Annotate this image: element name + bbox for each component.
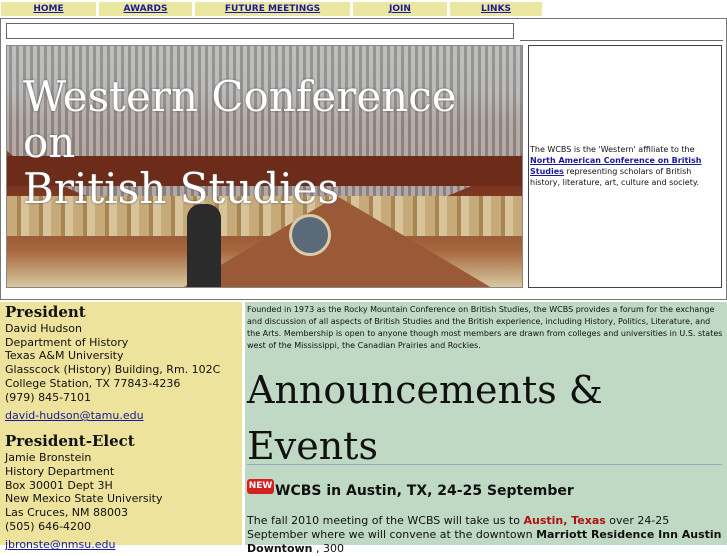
section-divider	[247, 464, 722, 465]
about-text: The WCBS is the 'Western' affiliate to t…	[530, 144, 722, 188]
nav-future-meetings[interactable]: FUTURE MEETINGS	[195, 2, 350, 16]
officer-line: Jamie Bronstein	[5, 451, 92, 465]
officer-line: College Station, TX 77843-4236	[5, 376, 181, 390]
officer-line: (505) 646-4200	[5, 519, 92, 533]
officer-line: Texas A&M University	[5, 349, 124, 363]
officer-line: David Hudson	[5, 322, 82, 335]
site-title-line1: Western Conference on	[23, 72, 457, 167]
nav-join[interactable]: JOIN	[353, 2, 447, 16]
event-title: WCBS in Austin, TX, 24-25 September	[275, 483, 574, 499]
officer-line: Box 30001 Dept 3H	[5, 478, 113, 492]
event-city: Austin, Texas	[523, 514, 606, 527]
officer-line: Department of History	[5, 335, 129, 349]
event-body-part: The fall 2010 meeting of the WCBS will t…	[247, 514, 524, 527]
intro-paragraph: Founded in 1973 as the Rocky Mountain Co…	[247, 305, 723, 350]
divider-line	[520, 40, 723, 41]
top-nav: HOME AWARDS FUTURE MEETINGS JOIN LINKS	[0, 0, 727, 18]
officer-email-link[interactable]: david-hudson@tamu.edu	[5, 409, 144, 422]
announcements-heading: Announcements & Events	[247, 368, 603, 468]
officer-president: President David Hudson Department of His…	[5, 302, 242, 423]
nav-links[interactable]: LINKS	[450, 2, 542, 16]
officer-role: President	[5, 303, 86, 321]
site-title: Western Conference on British Studies	[23, 74, 522, 212]
officer-line: Las Cruces, NM 88003	[5, 506, 129, 520]
officer-role: President-Elect	[5, 432, 135, 451]
officer-president-elect: President-Elect Jamie Bronstein History …	[5, 431, 242, 552]
banner-image: Western Conference on British Studies	[6, 45, 523, 288]
officer-line: (979) 845-7101	[5, 390, 92, 404]
event-body-part: , 300	[312, 542, 344, 555]
statue	[187, 204, 221, 287]
nav-awards[interactable]: AWARDS	[99, 2, 192, 16]
nav-home[interactable]: HOME	[1, 2, 96, 16]
officers-column: President David Hudson Department of His…	[0, 302, 242, 551]
event-body: The fall 2010 meeting of the WCBS will t…	[247, 514, 725, 556]
officer-line: New Mexico State University	[5, 492, 163, 506]
new-badge-icon: NEW	[247, 479, 274, 494]
top-input-box[interactable]	[6, 23, 514, 39]
site-title-line2: British Studies	[23, 164, 340, 213]
officer-line: History Department	[5, 464, 115, 478]
officer-line: Glasscock (History) Building, Rm. 102C	[5, 363, 221, 377]
main-column: Founded in 1973 as the Rocky Mountain Co…	[245, 302, 727, 555]
round-window	[289, 214, 331, 256]
about-text-lead: The WCBS is the 'Western' affiliate to t…	[530, 145, 695, 154]
